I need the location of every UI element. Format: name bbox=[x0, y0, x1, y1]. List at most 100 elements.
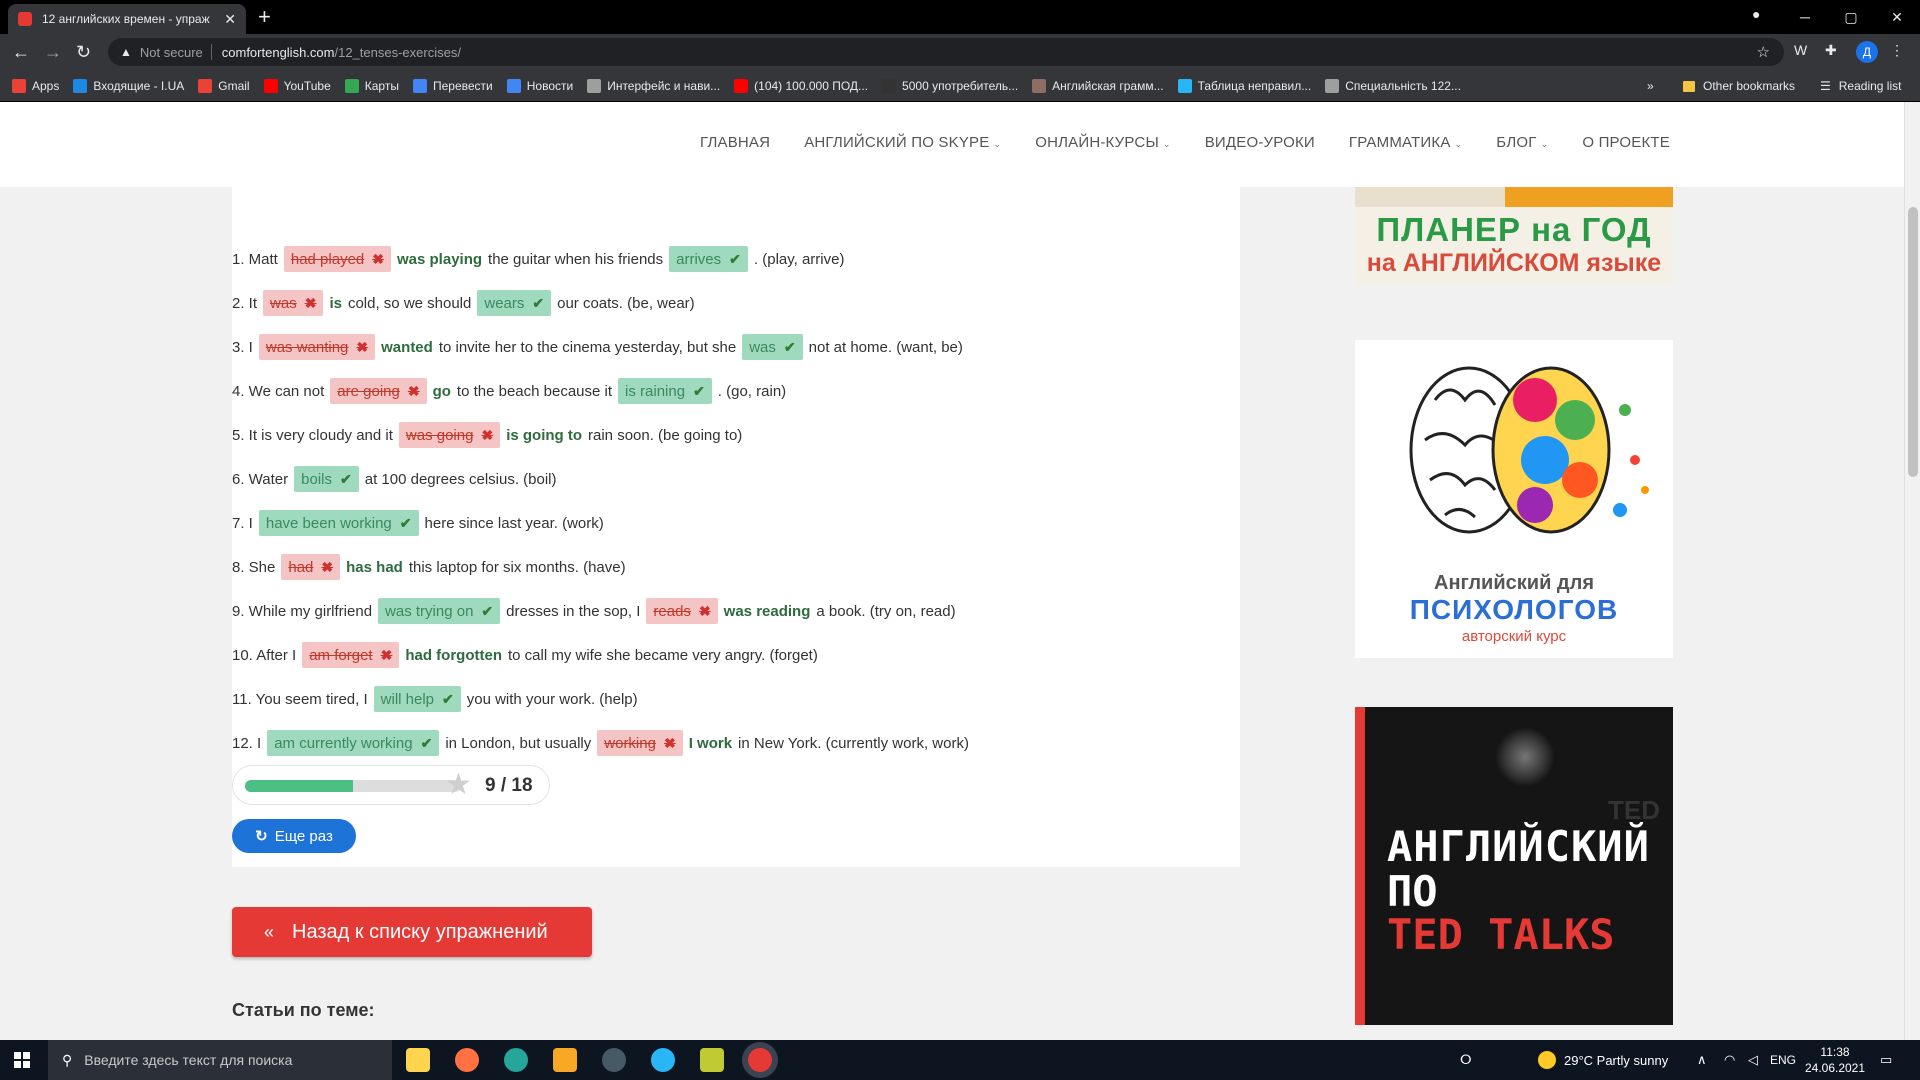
profile-avatar[interactable]: Д bbox=[1856, 41, 1878, 63]
steam-app-icon[interactable] bbox=[602, 1048, 626, 1072]
weather-widget[interactable]: 29°C Partly sunny bbox=[1538, 1040, 1668, 1080]
bookmark-item[interactable]: Карты bbox=[344, 78, 399, 93]
site-nav-item[interactable]: АНГЛИЙСКИЙ ПО SKYPE ⌄ bbox=[804, 134, 1001, 151]
tab-close-icon[interactable]: ✕ bbox=[224, 11, 236, 28]
bookmark-item[interactable]: Английская грамм... bbox=[1032, 78, 1164, 93]
media-control-icon[interactable]: ● bbox=[1752, 6, 1760, 22]
browser-tab-active[interactable]: 12 английских времен - упраж ✕ bbox=[8, 4, 246, 34]
answer-correct[interactable]: was ✔ bbox=[742, 334, 803, 360]
pycharm-app-icon[interactable] bbox=[700, 1048, 724, 1072]
bookmark-item[interactable]: Таблица неправил... bbox=[1177, 78, 1312, 93]
browser-menu-icon[interactable]: ⋮ bbox=[1890, 42, 1904, 59]
answer-correct[interactable]: was trying on ✔ bbox=[378, 598, 501, 624]
bookmark-item[interactable]: Входящие - I.UA bbox=[73, 78, 184, 93]
extensions-puzzle-icon[interactable]: ✚ bbox=[1825, 42, 1837, 59]
volume-icon[interactable]: ◁ bbox=[1748, 1040, 1758, 1080]
taskbar-clock[interactable]: 11:38 24.06.2021 bbox=[1800, 1044, 1870, 1076]
question-text: not at home. (want, be) bbox=[808, 338, 963, 356]
chrome-app-icon[interactable] bbox=[748, 1048, 772, 1072]
forward-arrow-icon[interactable]: → bbox=[44, 42, 62, 62]
bookmark-item[interactable]: 5000 употребитель... bbox=[882, 78, 1018, 93]
answer-value: wears bbox=[484, 294, 525, 312]
security-label[interactable]: Not secure bbox=[140, 45, 203, 60]
psychologists-course-banner[interactable]: Английский для ПСИХОЛОГОВ авторский курс bbox=[1355, 340, 1673, 658]
extension-w-icon[interactable]: W bbox=[1794, 42, 1807, 58]
minimize-button[interactable]: ─ bbox=[1782, 9, 1828, 25]
correct-answer-hint: was reading bbox=[723, 602, 811, 620]
close-window-button[interactable]: ✕ bbox=[1874, 9, 1920, 26]
blender-app-icon[interactable] bbox=[455, 1048, 479, 1072]
telegram-app-icon[interactable] bbox=[651, 1048, 675, 1072]
bookmark-label: Таблица неправил... bbox=[1197, 78, 1312, 93]
bookmark-item[interactable]: Специальність 122... bbox=[1325, 78, 1461, 93]
tray-chevron-up-icon[interactable]: ∧ bbox=[1697, 1040, 1707, 1080]
ted-talks-banner[interactable]: TED АНГЛИЙСКИЙ ПО TED TALKS bbox=[1355, 707, 1673, 1025]
answer-correct[interactable]: will help ✔ bbox=[373, 686, 461, 712]
reading-list-button[interactable]: ☰ Reading list bbox=[1820, 70, 1901, 102]
answer-correct[interactable]: boils ✔ bbox=[294, 466, 359, 492]
planner-title: ПЛАНЕР на ГОД bbox=[1376, 211, 1652, 248]
cross-icon: ✖ bbox=[663, 734, 676, 751]
reload-icon[interactable]: ↻ bbox=[76, 42, 91, 62]
retry-button[interactable]: ↻ Еще раз bbox=[232, 819, 356, 853]
bookmark-label: Gmail bbox=[218, 78, 250, 93]
bookmarks-overflow-button[interactable]: » bbox=[1647, 70, 1654, 102]
answer-wrong[interactable]: are going ✖ bbox=[330, 378, 427, 404]
windows-start-icon[interactable] bbox=[14, 1052, 30, 1068]
answer-wrong[interactable]: had ✖ bbox=[281, 554, 341, 580]
file-explorer-icon[interactable] bbox=[553, 1048, 577, 1072]
ted-banner-accent bbox=[1355, 707, 1365, 1025]
question-row: 9. While my girlfriend was trying on ✔ dres… bbox=[232, 589, 1240, 633]
new-tab-button[interactable]: + bbox=[258, 4, 271, 30]
other-bookmarks-folder[interactable]: Other bookmarks bbox=[1683, 70, 1795, 102]
answer-correct[interactable]: is raining ✔ bbox=[618, 378, 712, 404]
question-text: here since last year. (work) bbox=[424, 514, 604, 532]
check-icon: ✔ bbox=[783, 338, 796, 355]
language-indicator[interactable]: ENG bbox=[1770, 1040, 1796, 1080]
site-nav-item[interactable]: БЛОГ ⌄ bbox=[1496, 134, 1548, 151]
people-icon[interactable]: ⵔ bbox=[1460, 1040, 1472, 1080]
chevron-down-icon: ⌄ bbox=[1540, 139, 1549, 149]
answer-wrong[interactable]: am forget ✖ bbox=[302, 642, 400, 668]
answer-correct[interactable]: am currently working ✔ bbox=[267, 730, 440, 756]
answer-wrong[interactable]: was ✖ bbox=[263, 290, 324, 316]
scrollbar-thumb[interactable] bbox=[1908, 207, 1918, 477]
site-nav-item[interactable]: ВИДЕО-УРОКИ bbox=[1205, 134, 1315, 151]
notifications-icon[interactable]: ▭ bbox=[1880, 1040, 1892, 1080]
bookmark-item[interactable]: Новости bbox=[506, 78, 573, 93]
site-nav-item[interactable]: ГЛАВНАЯ bbox=[700, 134, 770, 151]
site-nav-list: ГЛАВНАЯ АНГЛИЙСКИЙ ПО SKYPE ⌄ ОНЛАЙН-КУРСЫ ⌄… bbox=[700, 134, 1670, 151]
bookmark-star-icon[interactable]: ☆ bbox=[1757, 43, 1770, 61]
bookmark-item[interactable]: Apps bbox=[12, 78, 59, 93]
bookmark-item[interactable]: (104) 100.000 ПОД... bbox=[734, 78, 868, 93]
answer-wrong[interactable]: reads ✖ bbox=[646, 598, 718, 624]
back-to-exercises-button[interactable]: « Назад к списку упражнений bbox=[232, 907, 592, 957]
answer-wrong[interactable]: working ✖ bbox=[597, 730, 683, 756]
bookmark-item[interactable]: Gmail bbox=[198, 78, 250, 93]
maximize-button[interactable]: ▢ bbox=[1828, 9, 1874, 26]
answer-value: boils bbox=[301, 470, 332, 488]
wifi-icon[interactable]: ◠ bbox=[1724, 1040, 1735, 1080]
site-nav-item[interactable]: О ПРОЕКТЕ bbox=[1582, 134, 1670, 151]
edge-app-icon[interactable] bbox=[504, 1048, 528, 1072]
score-bar: ★ 9 / 18 bbox=[232, 765, 550, 805]
answer-correct[interactable]: wears ✔ bbox=[477, 290, 552, 316]
page-scrollbar[interactable] bbox=[1904, 102, 1920, 1040]
question-row: 11. You seem tired, I will help ✔ you with … bbox=[232, 677, 1240, 721]
answer-correct[interactable]: arrives ✔ bbox=[669, 246, 748, 272]
back-arrow-icon[interactable]: ← bbox=[12, 42, 30, 62]
answer-wrong[interactable]: had played ✖ bbox=[283, 246, 391, 272]
bookmark-item[interactable]: Интерфейс и нави... bbox=[587, 78, 720, 93]
store-app-icon[interactable] bbox=[406, 1048, 430, 1072]
answer-correct[interactable]: have been working ✔ bbox=[258, 510, 419, 536]
site-nav-item[interactable]: ГРАММАТИКА ⌄ bbox=[1349, 134, 1462, 151]
taskbar-search[interactable]: ⚲ Введите здесь текст для поиска bbox=[48, 1040, 392, 1080]
bookmark-item[interactable]: YouTube bbox=[263, 78, 331, 93]
correct-answer-hint: has had bbox=[346, 558, 403, 576]
answer-wrong[interactable]: was going ✖ bbox=[398, 422, 501, 448]
bookmark-item[interactable]: Перевести bbox=[412, 78, 493, 93]
address-bar[interactable]: ▲ Not secure comfortenglish.com /12_tens… bbox=[108, 38, 1784, 66]
planner-banner[interactable]: ПЛАНЕР на ГОД на АНГЛИЙСКОМ языке bbox=[1355, 187, 1673, 285]
answer-wrong[interactable]: was wanting ✖ bbox=[258, 334, 376, 360]
site-nav-item[interactable]: ОНЛАЙН-КУРСЫ ⌄ bbox=[1035, 134, 1171, 151]
